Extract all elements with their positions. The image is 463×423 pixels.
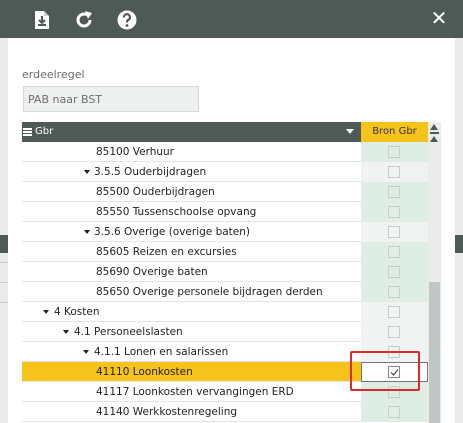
source-cell <box>361 262 428 282</box>
source-column-header[interactable]: Bron Gbr <box>361 122 428 142</box>
vertical-scrollbar[interactable] <box>428 122 441 423</box>
source-checkbox[interactable] <box>388 326 400 338</box>
table-row[interactable]: 85690 Overige baten <box>22 262 433 282</box>
scroll-top-icon[interactable] <box>430 124 438 130</box>
row-label: 41110 Loonkosten <box>96 366 193 378</box>
table-row[interactable]: 41140 Werkkostenregeling <box>22 402 433 422</box>
row-label: 85550 Tussenschoolse opvang <box>96 206 257 218</box>
row-label: 41140 Werkkostenregeling <box>96 406 238 418</box>
row-label: 4.1.1 Lonen en salarissen <box>94 346 229 358</box>
close-icon: ✕ <box>430 6 448 30</box>
expand-toggle-icon[interactable] <box>83 350 89 354</box>
row-label: 85650 Overige personele bijdragen derden <box>96 286 323 298</box>
scroll-top-bar <box>430 132 439 134</box>
background-divider <box>0 262 8 263</box>
table-row[interactable]: 3.5.5 Ouderbijdragen <box>22 162 433 182</box>
source-cell <box>361 222 428 242</box>
source-cell <box>361 302 428 322</box>
refresh-icon <box>74 10 94 30</box>
source-checkbox[interactable] <box>388 306 400 318</box>
help-button[interactable] <box>115 8 139 32</box>
source-checkbox[interactable] <box>388 286 400 298</box>
background-divider <box>0 282 8 283</box>
import-icon <box>34 10 50 30</box>
background-header-bar-right <box>455 235 463 253</box>
row-label: 85100 Verhuur <box>96 146 174 158</box>
source-checkbox[interactable] <box>388 166 400 178</box>
highlight-box <box>350 351 420 391</box>
screen: ✕ erdeelregel PAB naar BST Gbr Bron Gbr … <box>0 0 463 423</box>
source-cell <box>361 402 428 422</box>
source-checkbox[interactable] <box>388 146 400 158</box>
expand-toggle-icon[interactable] <box>84 230 90 234</box>
expand-toggle-icon[interactable] <box>43 310 49 314</box>
source-checkbox[interactable] <box>388 266 400 278</box>
source-cell <box>361 282 428 302</box>
table-row[interactable]: 85605 Reizen en excursies <box>22 242 433 262</box>
background-header-bar-left <box>0 235 8 253</box>
row-label: 85690 Overige baten <box>96 266 208 278</box>
source-checkbox[interactable] <box>388 246 400 258</box>
background-divider <box>0 302 8 303</box>
column-title: Gbr <box>35 126 54 137</box>
refresh-button[interactable] <box>72 8 96 32</box>
row-label: 4 Kosten <box>54 306 100 318</box>
table-row[interactable]: 3.5.6 Overige (overige baten) <box>22 222 433 242</box>
dialog-toolbar: ✕ <box>0 0 463 38</box>
row-label: 85605 Reizen en excursies <box>96 246 237 258</box>
field-label: erdeelregel <box>22 68 85 81</box>
expand-toggle-icon[interactable] <box>84 170 90 174</box>
chevron-down-icon[interactable] <box>346 129 354 134</box>
table-row[interactable]: 4.1 Personeelslasten <box>22 322 433 342</box>
scroll-up-icon[interactable] <box>430 136 438 142</box>
row-label: 3.5.5 Ouderbijdragen <box>94 166 207 178</box>
scrollbar-thumb[interactable] <box>429 282 440 423</box>
help-icon <box>117 10 137 30</box>
source-checkbox[interactable] <box>388 186 400 198</box>
source-checkbox[interactable] <box>388 406 400 418</box>
row-label: 41117 Loonkosten vervangingen ERD <box>96 386 294 398</box>
table-row[interactable]: 85550 Tussenschoolse opvang <box>22 202 433 222</box>
expand-toggle-icon[interactable] <box>63 330 69 334</box>
table-row[interactable]: 85500 Ouderbijdragen <box>22 182 433 202</box>
source-checkbox[interactable] <box>388 226 400 238</box>
row-label: 85500 Ouderbijdragen <box>96 186 215 198</box>
import-button[interactable] <box>30 8 54 32</box>
row-label: 4.1 Personeelslasten <box>74 326 183 338</box>
grid-header: Gbr Bron Gbr <box>22 122 433 142</box>
source-cell <box>361 242 428 262</box>
source-cell <box>361 322 428 342</box>
source-cell <box>361 162 428 182</box>
table-row[interactable]: 85650 Overige personele bijdragen derden <box>22 282 433 302</box>
background-page-left <box>0 38 8 423</box>
source-cell <box>361 142 428 162</box>
verdeelregel-field[interactable]: PAB naar BST <box>23 86 199 112</box>
column-menu-icon[interactable] <box>22 125 35 139</box>
table-row[interactable]: 4 Kosten <box>22 302 433 322</box>
source-cell <box>361 182 428 202</box>
table-row[interactable]: 85100 Verhuur <box>22 142 433 162</box>
row-label: 3.5.6 Overige (overige baten) <box>94 226 251 238</box>
close-button[interactable]: ✕ <box>429 7 449 29</box>
background-page-right <box>455 38 463 423</box>
source-checkbox[interactable] <box>388 206 400 218</box>
source-cell <box>361 202 428 222</box>
